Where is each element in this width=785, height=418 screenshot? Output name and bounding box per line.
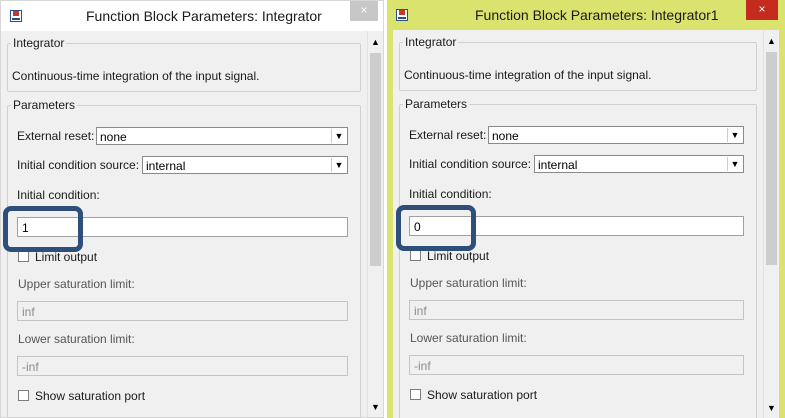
limit-output-label: Limit output (427, 249, 490, 263)
external-reset-value: none (100, 130, 127, 144)
upper-saturation-field: inf (17, 301, 348, 321)
checkbox-icon[interactable] (410, 250, 421, 261)
initial-condition-source-label: Initial condition source: (17, 158, 140, 172)
block-description: Continuous-time integration of the input… (12, 69, 260, 83)
initial-condition-source-label: Initial condition source: (409, 157, 532, 171)
scrollbar-thumb[interactable] (766, 52, 777, 265)
simulink-block-icon (10, 10, 22, 22)
external-reset-label: External reset: (17, 129, 95, 143)
vertical-scrollbar[interactable]: ▲ ▼ (367, 31, 383, 417)
scrollbar-thumb[interactable] (370, 53, 381, 266)
parameters-group: Parameters External reset: none ▼ Initia… (7, 98, 361, 417)
initial-condition-label: Initial condition: (409, 187, 492, 201)
upper-saturation-label: Upper saturation limit: (410, 276, 527, 290)
scroll-up-icon[interactable]: ▲ (368, 34, 383, 50)
upper-saturation-value: inf (22, 305, 35, 319)
initial-condition-source-row: Initial condition source: internal ▼ (17, 156, 348, 174)
initial-condition-source-select[interactable]: internal ▼ (534, 155, 744, 173)
checkbox-icon[interactable] (18, 390, 29, 401)
dropdown-arrow-icon[interactable]: ▼ (331, 129, 346, 143)
block-description: Continuous-time integration of the input… (404, 68, 652, 82)
initial-condition-source-value: internal (146, 159, 186, 173)
external-reset-value: none (492, 129, 519, 143)
show-saturation-port-checkbox[interactable]: Show saturation port (18, 389, 145, 403)
upper-saturation-label: Upper saturation limit: (18, 277, 135, 291)
checkbox-icon[interactable] (410, 389, 421, 400)
limit-output-checkbox[interactable]: Limit output (18, 250, 97, 264)
dialog-content: Integrator Continuous-time integration o… (1, 31, 367, 417)
highlight-annotation (3, 206, 83, 252)
lower-saturation-label: Lower saturation limit: (18, 332, 135, 346)
description-group: Integrator Continuous-time integration o… (7, 36, 361, 92)
external-reset-row: External reset: none ▼ (17, 127, 348, 145)
dialog-integrator1: Function Block Parameters: Integrator1 ×… (387, 0, 785, 418)
close-icon[interactable]: × (746, 0, 778, 20)
dialog-content: Integrator Continuous-time integration o… (393, 30, 763, 418)
close-icon[interactable]: × (350, 1, 378, 21)
scroll-up-icon[interactable]: ▲ (764, 33, 779, 49)
parameters-group: Parameters External reset: none ▼ Initia… (399, 97, 757, 418)
dropdown-arrow-icon[interactable]: ▼ (727, 128, 742, 142)
initial-condition-source-select[interactable]: internal ▼ (142, 156, 348, 174)
dropdown-arrow-icon[interactable]: ▼ (331, 158, 346, 172)
lower-saturation-field: -inf (409, 355, 744, 375)
external-reset-select[interactable]: none ▼ (488, 126, 744, 144)
title-bar[interactable]: Function Block Parameters: Integrator × (1, 1, 383, 31)
dialog-integrator: Function Block Parameters: Integrator × … (0, 0, 384, 418)
lower-saturation-value: -inf (414, 359, 431, 373)
lower-saturation-value: -inf (22, 360, 39, 374)
external-reset-select[interactable]: none ▼ (96, 127, 348, 145)
parameters-title: Parameters (403, 97, 470, 111)
group-title: Integrator (403, 35, 459, 49)
show-saturation-port-checkbox[interactable]: Show saturation port (410, 388, 537, 402)
dropdown-arrow-icon[interactable]: ▼ (727, 157, 742, 171)
initial-condition-label: Initial condition: (17, 188, 100, 202)
description-group: Integrator Continuous-time integration o… (399, 35, 757, 91)
limit-output-label: Limit output (35, 250, 98, 264)
dialog-client: Integrator Continuous-time integration o… (1, 31, 383, 417)
checkbox-icon[interactable] (18, 251, 29, 262)
show-saturation-port-label: Show saturation port (427, 388, 538, 402)
scroll-down-icon[interactable]: ▼ (368, 399, 383, 415)
vertical-scrollbar[interactable]: ▲ ▼ (763, 30, 779, 418)
window-title: Function Block Parameters: Integrator1 (475, 7, 719, 23)
initial-condition-source-row: Initial condition source: internal ▼ (409, 155, 744, 173)
highlight-annotation (396, 205, 476, 251)
show-saturation-port-label: Show saturation port (35, 389, 146, 403)
dialog-client: Integrator Continuous-time integration o… (393, 30, 779, 418)
initial-condition-source-value: internal (538, 158, 578, 172)
limit-output-checkbox[interactable]: Limit output (410, 249, 489, 263)
simulink-block-icon (396, 9, 408, 21)
external-reset-label: External reset: (409, 128, 487, 142)
upper-saturation-field: inf (409, 300, 744, 320)
lower-saturation-field: -inf (17, 356, 348, 376)
upper-saturation-value: inf (414, 304, 427, 318)
external-reset-row: External reset: none ▼ (409, 126, 744, 144)
group-title: Integrator (11, 36, 67, 50)
lower-saturation-label: Lower saturation limit: (410, 331, 527, 345)
parameters-title: Parameters (11, 98, 78, 112)
title-bar[interactable]: Function Block Parameters: Integrator1 × (387, 0, 785, 30)
scroll-down-icon[interactable]: ▼ (764, 400, 779, 416)
window-title: Function Block Parameters: Integrator (86, 8, 322, 24)
